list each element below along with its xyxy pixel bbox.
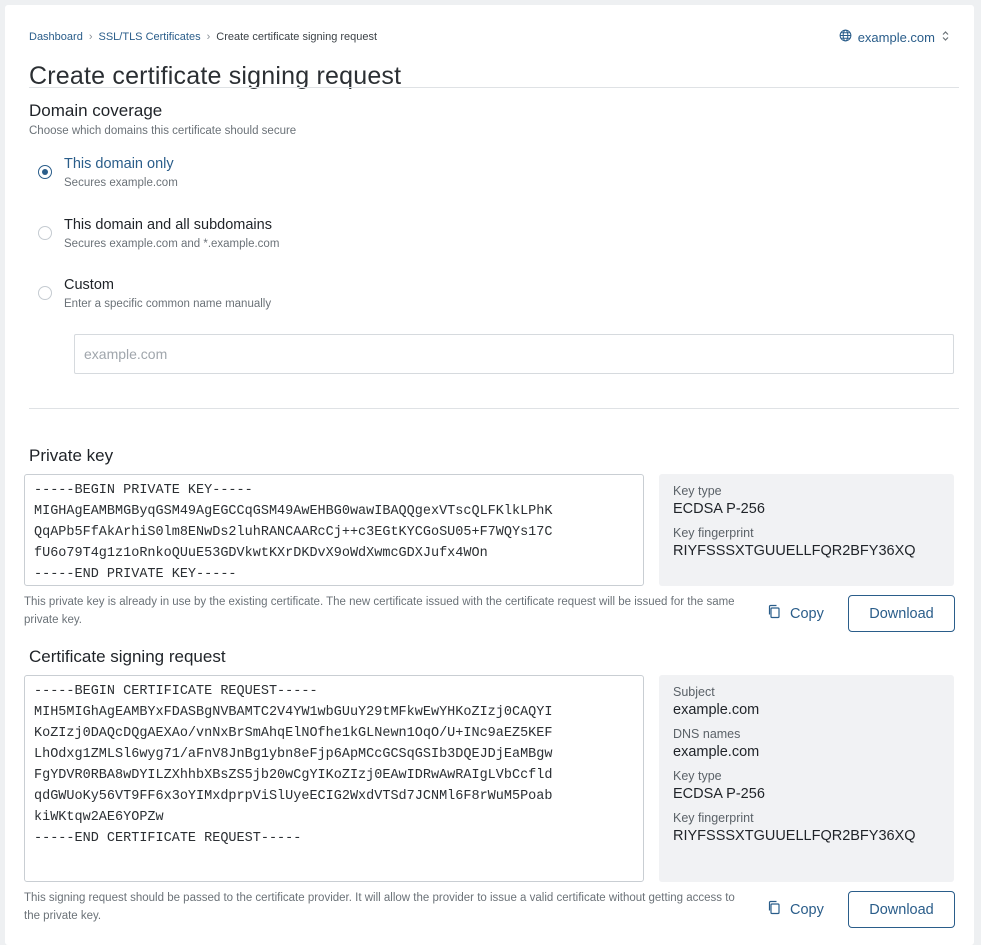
radio-description: Enter a specific common name manually (64, 298, 272, 310)
csr-info-panel: Subject example.com DNS names example.co… (659, 675, 954, 882)
info-key-label: Subject (673, 685, 715, 699)
globe-icon (839, 29, 852, 45)
radio-button[interactable] (38, 286, 52, 300)
private-key-note: This private key is already in use by th… (24, 596, 735, 626)
info-key-value: ECDSA P-256 (673, 501, 765, 517)
domain-coverage-subtitle: Choose which domains this certificate sh… (29, 125, 297, 137)
breadcrumb: Dashboard › SSL/TLS Certificates › Creat… (29, 31, 377, 43)
breadcrumb-dashboard[interactable]: Dashboard (29, 31, 83, 43)
copy-label: Copy (790, 901, 824, 918)
radio-button[interactable] (38, 226, 52, 240)
info-key-label: Key fingerprint (673, 811, 754, 825)
main-card: Dashboard › SSL/TLS Certificates › Creat… (5, 5, 974, 945)
private-key-info-panel: Key type ECDSA P-256 Key fingerprint RIY… (659, 474, 954, 586)
chevron-right-icon: › (206, 31, 211, 43)
info-key-value: RIYFSSSXTGUUELLFQR2BFY36XQ (673, 543, 916, 559)
domain-coverage-title: Domain coverage (29, 101, 163, 120)
copy-csr-button[interactable]: Copy (767, 900, 824, 919)
private-key-textarea[interactable]: -----BEGIN PRIVATE KEY----- MIGHAgEAMBMG… (24, 474, 644, 586)
title-divider (29, 87, 959, 88)
download-csr-button[interactable]: Download (848, 891, 955, 928)
domain-switcher-label: example.com (857, 29, 935, 45)
info-key-value: example.com (673, 702, 760, 718)
copy-icon (767, 604, 781, 623)
radio-label: This domain and all subdomains (64, 217, 272, 233)
info-key-label: Key type (673, 484, 722, 498)
section-divider (29, 408, 959, 409)
download-private-key-button[interactable]: Download (848, 595, 955, 632)
info-key-value: example.com (673, 744, 760, 760)
info-key-label: Key fingerprint (673, 526, 754, 540)
info-key-label: DNS names (673, 727, 741, 741)
custom-domain-input[interactable] (74, 334, 954, 374)
info-key-label: Key type (673, 769, 722, 783)
private-key-title: Private key (29, 446, 114, 465)
breadcrumb-current: Create certificate signing request (216, 31, 378, 43)
radio-label: This domain only (64, 156, 174, 172)
chevron-updown-icon (941, 30, 950, 45)
info-key-value: RIYFSSSXTGUUELLFQR2BFY36XQ (673, 828, 916, 844)
radio-description: Secures example.com and *.example.com (64, 238, 280, 250)
radio-description: Secures example.com (64, 177, 178, 189)
copy-icon (767, 900, 781, 919)
csr-note: This signing request should be passed to… (24, 892, 735, 922)
radio-button-selected[interactable] (38, 165, 52, 179)
copy-label: Copy (790, 605, 824, 622)
copy-private-key-button[interactable]: Copy (767, 604, 824, 623)
csr-title: Certificate signing request (29, 647, 226, 666)
domain-switcher[interactable]: example.com (839, 29, 950, 45)
info-key-value: ECDSA P-256 (673, 786, 765, 802)
radio-label: Custom (64, 277, 114, 293)
chevron-right-icon: › (88, 31, 93, 43)
breadcrumb-ssl-certificates[interactable]: SSL/TLS Certificates (99, 31, 201, 43)
csr-textarea[interactable]: -----BEGIN CERTIFICATE REQUEST----- MIH5… (24, 675, 644, 882)
